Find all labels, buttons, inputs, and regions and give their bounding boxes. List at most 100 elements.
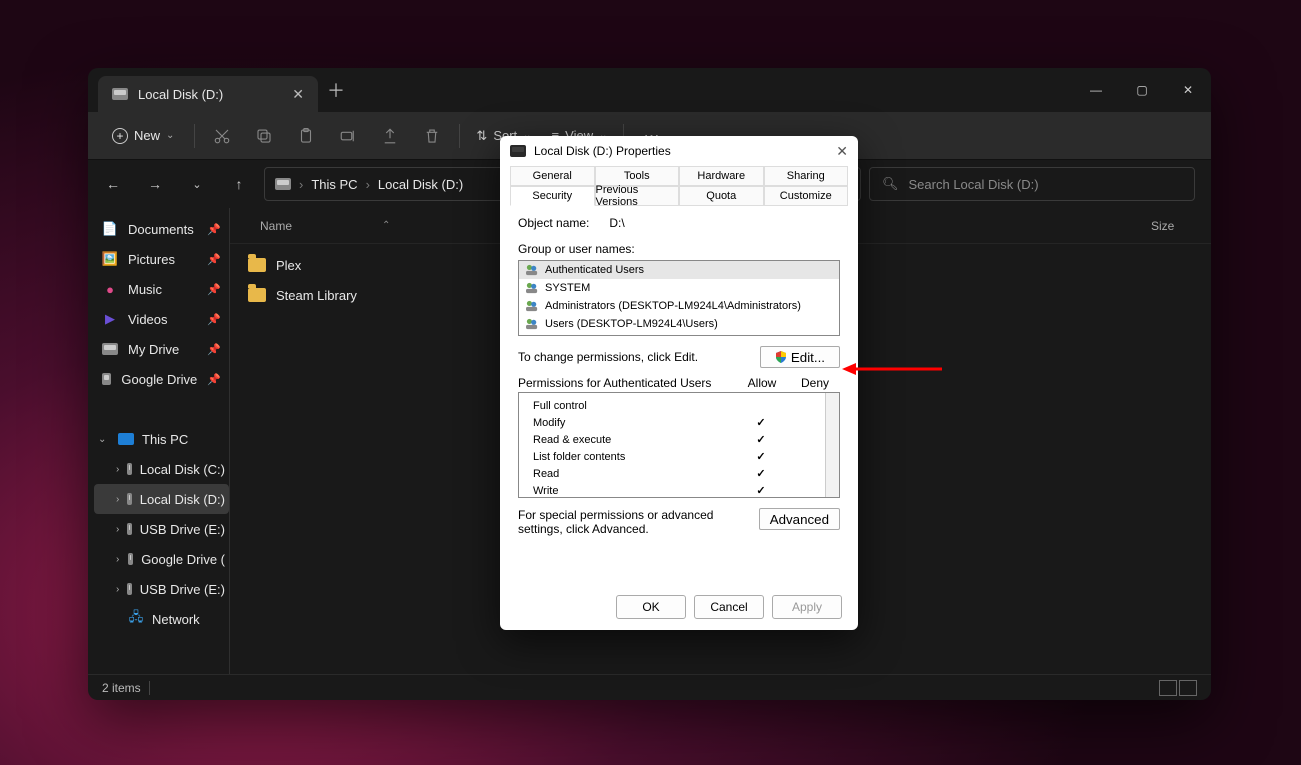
pc-icon xyxy=(118,433,134,445)
cut-icon[interactable] xyxy=(203,119,241,153)
title-bar: Local Disk (D:) ✕ ＋ — ▢ ✕ xyxy=(88,68,1211,112)
copy-icon[interactable] xyxy=(245,119,283,153)
sort-caret-icon: ⌃ xyxy=(382,220,390,231)
user-row[interactable]: Administrators (DESKTOP-LM924L4\Administ… xyxy=(519,297,839,315)
separator xyxy=(459,124,460,148)
up-button[interactable]: ↑ xyxy=(222,167,256,201)
quick-mydrive[interactable]: My Drive📌 xyxy=(94,334,229,364)
tree-googledrive[interactable]: ›Google Drive ( xyxy=(94,544,229,574)
edit-row: To change permissions, click Edit. Edit.… xyxy=(518,346,840,368)
annotation-arrow xyxy=(842,362,942,376)
tab-security[interactable]: Security xyxy=(510,186,595,206)
tree-network[interactable]: 🖧Network xyxy=(94,604,229,634)
tab-sharing[interactable]: Sharing xyxy=(764,166,849,186)
breadcrumb-current[interactable]: Local Disk (D:) xyxy=(378,177,463,192)
breadcrumb-root[interactable]: This PC xyxy=(311,177,357,192)
chevron-right-icon: › xyxy=(116,494,119,505)
sidebar-item-label: USB Drive (E:) xyxy=(140,522,225,537)
scrollbar[interactable] xyxy=(825,393,839,497)
network-icon: 🖧 xyxy=(128,611,144,627)
group-users-label: Group or user names: xyxy=(518,242,840,256)
new-tab-button[interactable]: ＋ xyxy=(318,77,354,103)
column-size[interactable]: Size xyxy=(1151,219,1211,233)
paste-icon[interactable] xyxy=(287,119,325,153)
quick-pictures[interactable]: 🖼️Pictures📌 xyxy=(94,244,229,274)
share-icon[interactable] xyxy=(371,119,409,153)
delete-icon[interactable] xyxy=(413,119,451,153)
close-icon[interactable]: ✕ xyxy=(836,143,848,160)
quick-documents[interactable]: 📄Documents📌 xyxy=(94,214,229,244)
close-window-button[interactable]: ✕ xyxy=(1165,74,1211,106)
edit-button[interactable]: Edit... xyxy=(760,346,840,368)
folder-icon xyxy=(248,288,266,302)
chevron-right-icon: › xyxy=(116,584,119,595)
tab-label: Security xyxy=(532,190,572,202)
permission-name: Read xyxy=(519,468,733,480)
pin-icon: 📌 xyxy=(207,343,221,356)
permission-row: Write✓ xyxy=(519,482,825,499)
apply-button[interactable]: Apply xyxy=(772,595,842,619)
tab-general[interactable]: General xyxy=(510,166,595,186)
window-controls: — ▢ ✕ xyxy=(1073,74,1211,106)
user-row[interactable]: Users (DESKTOP-LM924L4\Users) xyxy=(519,315,839,333)
recent-dropdown[interactable]: ⌄ xyxy=(180,167,214,201)
tree-usb-e[interactable]: ›USB Drive (E:) xyxy=(94,514,229,544)
dialog-footer: OK Cancel Apply xyxy=(500,584,858,630)
tab-tools[interactable]: Tools xyxy=(595,166,680,186)
permission-name: Full control xyxy=(519,400,733,412)
minimize-button[interactable]: — xyxy=(1073,74,1119,106)
ok-button[interactable]: OK xyxy=(616,595,686,619)
user-row[interactable]: SYSTEM xyxy=(519,279,839,297)
user-name: Authenticated Users xyxy=(545,264,644,276)
user-name: Users (DESKTOP-LM924L4\Users) xyxy=(545,318,718,330)
allow-check: ✓ xyxy=(733,450,789,463)
tree-drive-d[interactable]: ›Local Disk (D:) xyxy=(94,484,229,514)
permission-row: Full control xyxy=(519,397,825,414)
tree-this-pc[interactable]: ⌄This PC xyxy=(94,424,229,454)
cancel-button[interactable]: Cancel xyxy=(694,595,764,619)
tab-customize[interactable]: Customize xyxy=(764,186,849,206)
window-tab[interactable]: Local Disk (D:) ✕ xyxy=(98,76,318,112)
drive-icon xyxy=(102,373,111,385)
back-button[interactable]: ← xyxy=(96,167,130,201)
permission-row: Read & execute✓ xyxy=(519,431,825,448)
search-input[interactable]: 🔍︎ Search Local Disk (D:) xyxy=(869,167,1195,201)
user-row[interactable]: Authenticated Users xyxy=(519,261,839,279)
details-view-icon[interactable] xyxy=(1159,680,1177,696)
tab-previous-versions[interactable]: Previous Versions xyxy=(595,186,680,206)
user-list[interactable]: Authenticated Users SYSTEM Administrator… xyxy=(518,260,840,336)
quick-videos[interactable]: ▶Videos📌 xyxy=(94,304,229,334)
new-button[interactable]: + New ⌄ xyxy=(100,122,186,150)
drive-icon xyxy=(275,178,291,190)
change-permissions-text: To change permissions, click Edit. xyxy=(518,350,698,364)
drive-icon xyxy=(102,343,118,355)
properties-dialog: Local Disk (D:) Properties ✕ General Too… xyxy=(500,136,858,630)
sidebar-item-label: Local Disk (C:) xyxy=(140,462,225,477)
maximize-button[interactable]: ▢ xyxy=(1119,74,1165,106)
drive-icon xyxy=(128,553,133,565)
quick-music[interactable]: ●Music📌 xyxy=(94,274,229,304)
view-mode-buttons xyxy=(1159,680,1197,696)
tree-drive-c[interactable]: ›Local Disk (C:) xyxy=(94,454,229,484)
permission-name: List folder contents xyxy=(519,451,733,463)
pin-icon: 📌 xyxy=(207,283,221,296)
new-button-label: New xyxy=(134,128,160,143)
allow-check: ✓ xyxy=(733,416,789,429)
quick-googledrive[interactable]: Google Drive📌 xyxy=(94,364,229,394)
tree-usb-e2[interactable]: › USB Drive (E:) xyxy=(94,574,229,604)
close-tab-icon[interactable]: ✕ xyxy=(292,86,304,103)
sidebar-item-label: USB Drive (E:) xyxy=(140,582,225,597)
object-name-value: D:\ xyxy=(609,216,624,230)
button-label: Apply xyxy=(792,600,822,614)
pin-icon: 📌 xyxy=(207,253,221,266)
advanced-button[interactable]: Advanced xyxy=(759,508,840,530)
button-label: Cancel xyxy=(710,600,747,614)
forward-button[interactable]: → xyxy=(138,167,172,201)
tab-hardware[interactable]: Hardware xyxy=(679,166,764,186)
tab-quota[interactable]: Quota xyxy=(679,186,764,206)
thumbnails-view-icon[interactable] xyxy=(1179,680,1197,696)
dialog-title-bar: Local Disk (D:) Properties ✕ xyxy=(500,136,858,166)
drive-icon xyxy=(127,463,131,475)
allow-header: Allow xyxy=(734,376,790,390)
rename-icon[interactable] xyxy=(329,119,367,153)
